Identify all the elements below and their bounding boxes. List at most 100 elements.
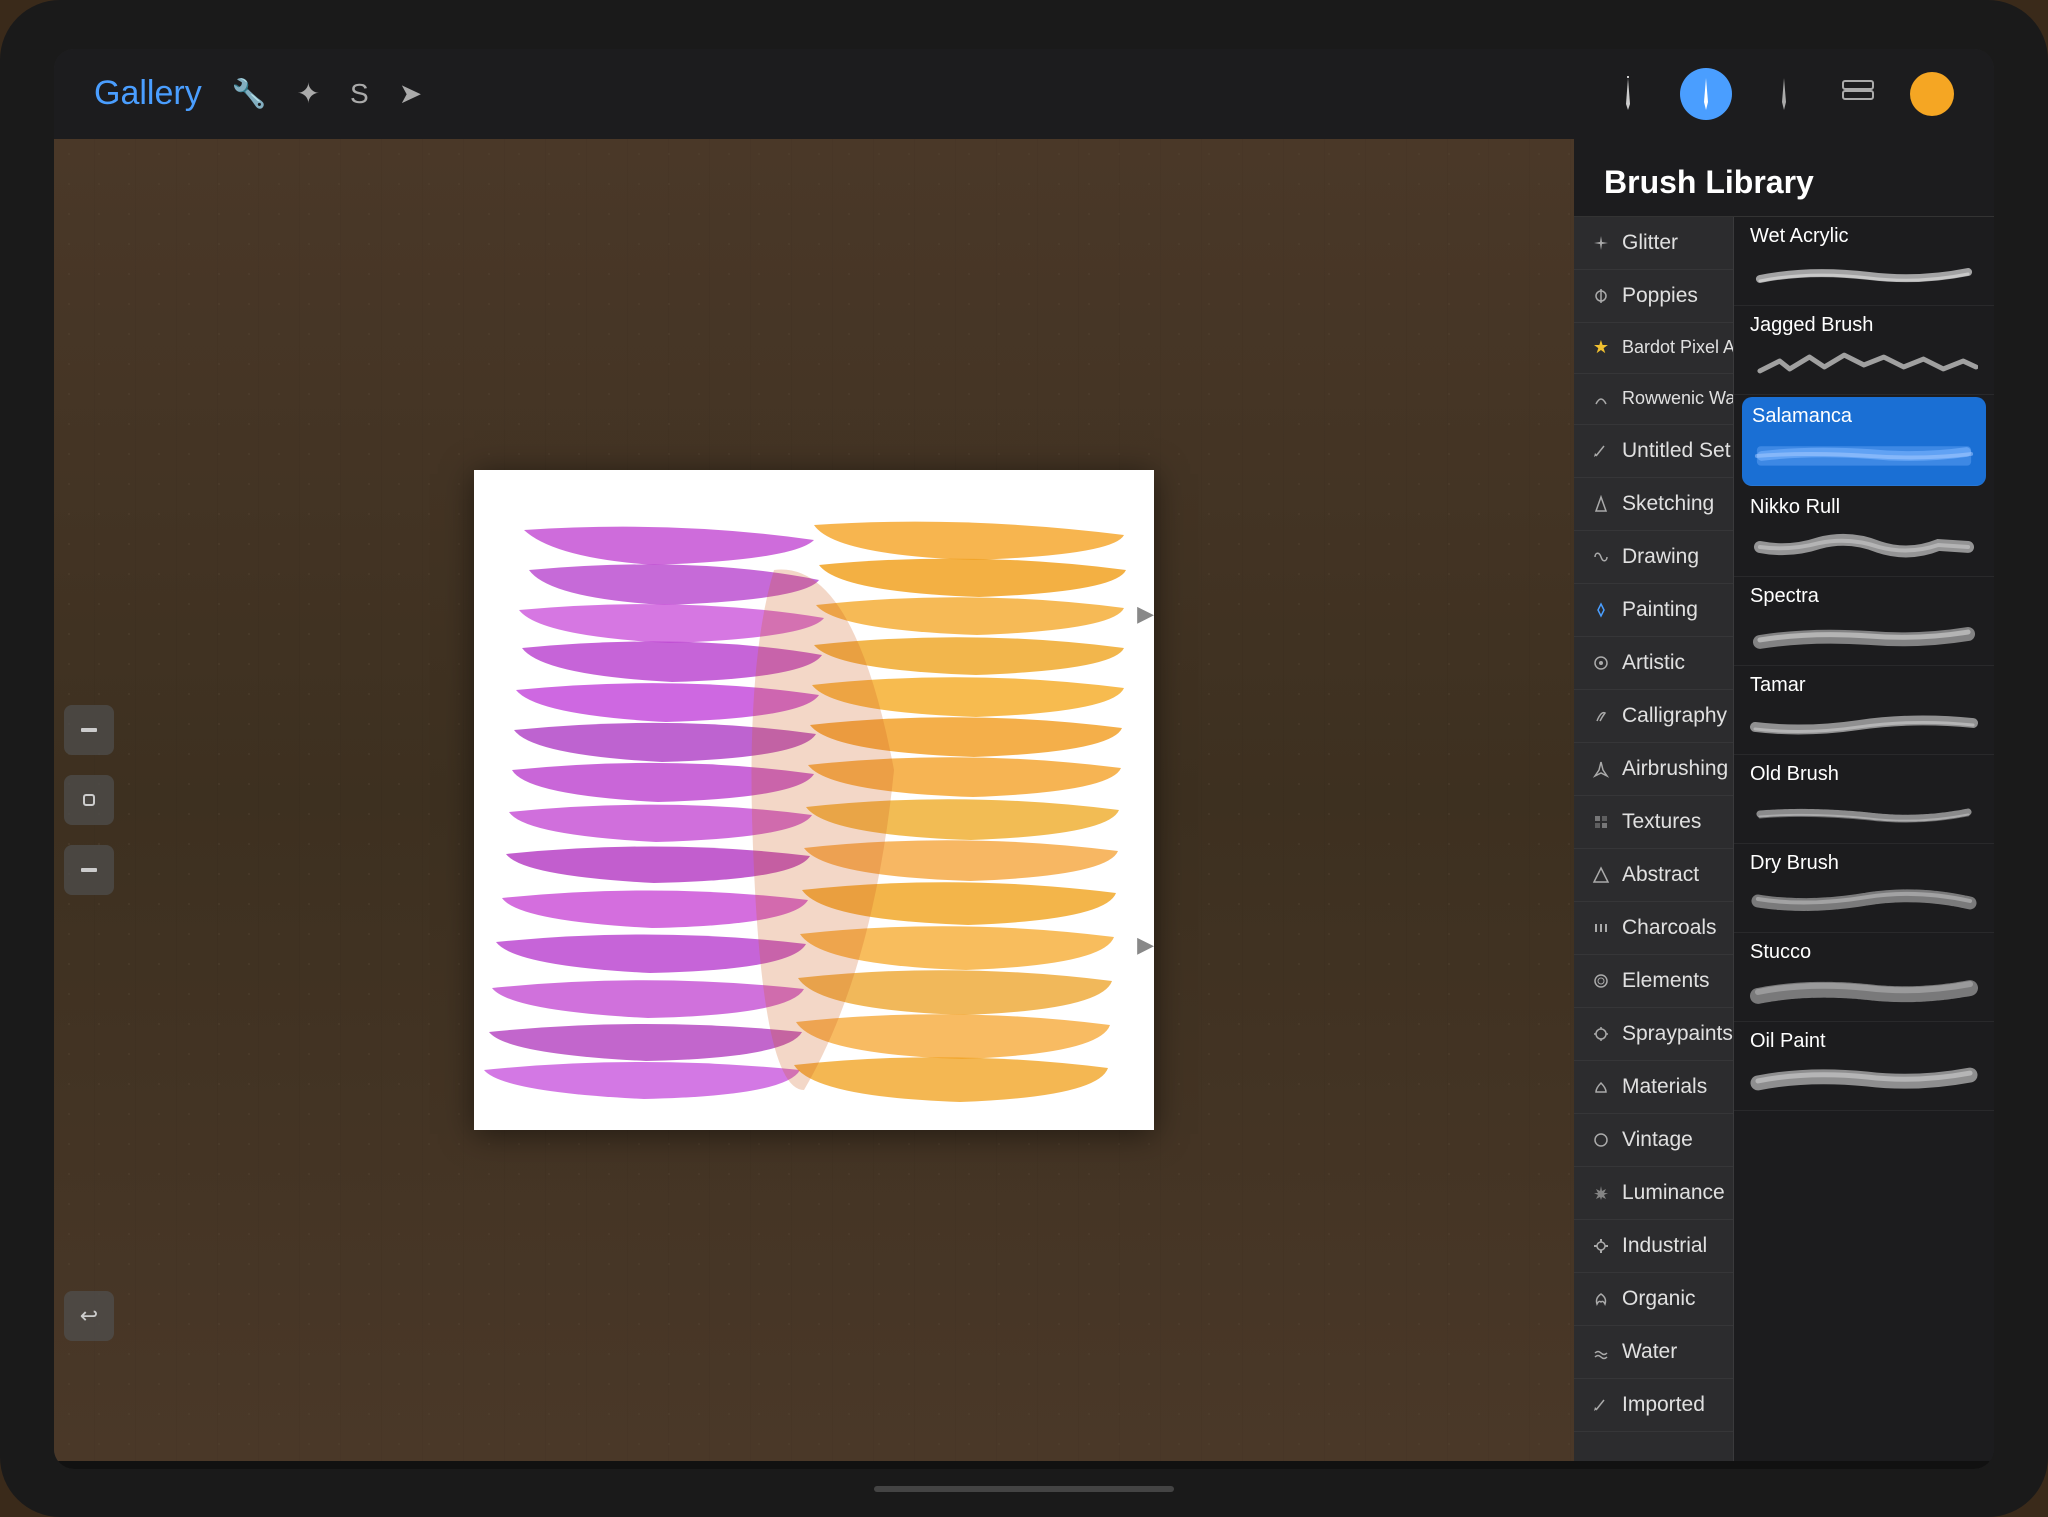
category-item-elements[interactable]: Elements bbox=[1574, 955, 1733, 1008]
brush-preview-dry-brush bbox=[1750, 879, 1978, 924]
category-label-vintage: Vintage bbox=[1622, 1128, 1693, 1152]
category-icon-airbrushing bbox=[1590, 758, 1612, 780]
brush-name-old-brush: Old Brush bbox=[1750, 763, 1978, 786]
category-label-materials: Materials bbox=[1622, 1075, 1707, 1099]
top-bar: Gallery 🔧 ✦ S ➤ bbox=[54, 49, 1994, 139]
category-item-untitled[interactable]: Untitled Set bbox=[1574, 425, 1733, 478]
category-icon-textures bbox=[1590, 811, 1612, 833]
category-icon-abstract bbox=[1590, 864, 1612, 886]
modify-icon[interactable]: 🔧 bbox=[232, 77, 267, 110]
category-label-industrial: Industrial bbox=[1622, 1234, 1707, 1258]
category-item-glitter[interactable]: Glitter bbox=[1574, 217, 1733, 270]
category-item-textures[interactable]: Textures bbox=[1574, 796, 1733, 849]
brush-item-jagged-brush[interactable]: Jagged Brush bbox=[1734, 306, 1994, 395]
layers-icon[interactable] bbox=[1836, 72, 1880, 116]
category-item-rowwenic[interactable]: Rowwenic Watercolor bbox=[1574, 374, 1733, 425]
category-item-drawing[interactable]: Drawing bbox=[1574, 531, 1733, 584]
color-picker-dot[interactable] bbox=[1910, 72, 1954, 116]
category-item-poppies[interactable]: Poppies bbox=[1574, 270, 1733, 323]
brush-tool-icon[interactable] bbox=[1680, 68, 1732, 120]
selection-icon[interactable]: S bbox=[350, 78, 369, 110]
category-label-glitter: Glitter bbox=[1622, 231, 1678, 255]
category-label-organic: Organic bbox=[1622, 1287, 1696, 1311]
category-item-vintage[interactable]: Vintage bbox=[1574, 1114, 1733, 1167]
category-item-spraypaints[interactable]: Spraypaints bbox=[1574, 1008, 1733, 1061]
canvas-area[interactable]: ↩ ▶ ▶ bbox=[54, 139, 1574, 1461]
category-icon-rowwenic bbox=[1590, 388, 1612, 410]
brush-item-oil-paint[interactable]: Oil Paint bbox=[1734, 1022, 1994, 1111]
brush-item-old-brush[interactable]: Old Brush bbox=[1734, 755, 1994, 844]
category-label-abstract: Abstract bbox=[1622, 863, 1699, 887]
brush-item-tamar[interactable]: Tamar bbox=[1734, 666, 1994, 755]
brush-library-title: Brush Library bbox=[1604, 164, 1814, 200]
category-icon-drawing bbox=[1590, 546, 1612, 568]
drawing-canvas[interactable] bbox=[474, 470, 1154, 1130]
category-item-charcoals[interactable]: Charcoals bbox=[1574, 902, 1733, 955]
category-icon-spraypaints bbox=[1590, 1023, 1612, 1045]
category-label-luminance: Luminance bbox=[1622, 1181, 1725, 1205]
left-sidebar bbox=[64, 705, 114, 895]
category-icon-poppies bbox=[1590, 285, 1612, 307]
category-icon-vintage bbox=[1590, 1129, 1612, 1151]
category-item-calligraphy[interactable]: Calligraphy bbox=[1574, 690, 1733, 743]
category-item-sketching[interactable]: Sketching bbox=[1574, 478, 1733, 531]
undo-button[interactable]: ↩ bbox=[64, 1291, 114, 1341]
category-label-charcoals: Charcoals bbox=[1622, 916, 1717, 940]
smudge-tool-icon[interactable] bbox=[1762, 72, 1806, 116]
category-label-imported: Imported bbox=[1622, 1393, 1705, 1417]
brush-item-spectra[interactable]: Spectra bbox=[1734, 577, 1994, 666]
cursor-tool[interactable] bbox=[64, 775, 114, 825]
category-label-painting: Painting bbox=[1622, 598, 1698, 622]
brush-item-nikko-rull[interactable]: Nikko Rull bbox=[1734, 488, 1994, 577]
category-label-water: Water bbox=[1622, 1340, 1677, 1364]
pen-tool-icon[interactable] bbox=[1606, 72, 1650, 116]
category-icon-organic bbox=[1590, 1288, 1612, 1310]
category-icon-charcoals bbox=[1590, 917, 1612, 939]
category-label-drawing: Drawing bbox=[1622, 545, 1699, 569]
gallery-button[interactable]: Gallery bbox=[94, 74, 202, 113]
category-label-untitled: Untitled Set bbox=[1622, 439, 1731, 463]
category-item-water[interactable]: Water bbox=[1574, 1326, 1733, 1379]
brush-name-salamanca: Salamanca bbox=[1752, 405, 1976, 428]
category-item-organic[interactable]: Organic bbox=[1574, 1273, 1733, 1326]
brush-item-salamanca[interactable]: Salamanca bbox=[1742, 397, 1986, 486]
brush-preview-nikko-rull bbox=[1750, 523, 1978, 568]
brush-preview-stucco bbox=[1750, 968, 1978, 1013]
category-icon-artistic bbox=[1590, 652, 1612, 674]
brush-preview-oil-paint bbox=[1750, 1057, 1978, 1102]
brush-preview-wet-acrylic bbox=[1750, 252, 1978, 297]
category-icon-elements bbox=[1590, 970, 1612, 992]
brush-list: Wet Acrylic Jagged Brush bbox=[1734, 217, 1994, 1461]
category-icon-calligraphy bbox=[1590, 705, 1612, 727]
brush-name-nikko-rull: Nikko Rull bbox=[1750, 496, 1978, 519]
brush-library-panel: Brush Library Glitter bbox=[1574, 139, 1994, 1461]
top-bar-right bbox=[1606, 68, 1954, 120]
category-item-artistic[interactable]: Artistic bbox=[1574, 637, 1733, 690]
top-bar-left: Gallery 🔧 ✦ S ➤ bbox=[94, 74, 422, 113]
category-icon-sketching bbox=[1590, 493, 1612, 515]
category-item-imported[interactable]: Imported bbox=[1574, 1379, 1733, 1432]
size-tool[interactable] bbox=[64, 845, 114, 895]
brush-name-stucco: Stucco bbox=[1750, 941, 1978, 964]
category-item-bardot[interactable]: ★ Bardot Pixel Art bbox=[1574, 323, 1733, 374]
brush-item-dry-brush[interactable]: Dry Brush bbox=[1734, 844, 1994, 933]
brush-library-body: Glitter Poppies ★ Bardot Pixel Art bbox=[1574, 217, 1994, 1461]
zoom-tool[interactable] bbox=[64, 705, 114, 755]
category-icon-imported bbox=[1590, 1394, 1612, 1416]
move-icon[interactable]: ➤ bbox=[399, 77, 422, 110]
category-item-painting[interactable]: Painting bbox=[1574, 584, 1733, 637]
transform-icon[interactable]: ✦ bbox=[297, 77, 320, 110]
brush-library-header: Brush Library bbox=[1574, 139, 1994, 217]
category-item-industrial[interactable]: Industrial bbox=[1574, 1220, 1733, 1273]
brush-name-dry-brush: Dry Brush bbox=[1750, 852, 1978, 875]
category-item-materials[interactable]: Materials bbox=[1574, 1061, 1733, 1114]
brush-name-jagged-brush: Jagged Brush bbox=[1750, 314, 1978, 337]
brush-preview-salamanca bbox=[1752, 432, 1976, 477]
category-label-artistic: Artistic bbox=[1622, 651, 1685, 675]
brush-item-stucco[interactable]: Stucco bbox=[1734, 933, 1994, 1022]
category-item-luminance[interactable]: Luminance bbox=[1574, 1167, 1733, 1220]
brush-item-wet-acrylic[interactable]: Wet Acrylic bbox=[1734, 217, 1994, 306]
category-item-airbrushing[interactable]: Airbrushing bbox=[1574, 743, 1733, 796]
category-item-abstract[interactable]: Abstract bbox=[1574, 849, 1733, 902]
brush-preview-spectra bbox=[1750, 612, 1978, 657]
